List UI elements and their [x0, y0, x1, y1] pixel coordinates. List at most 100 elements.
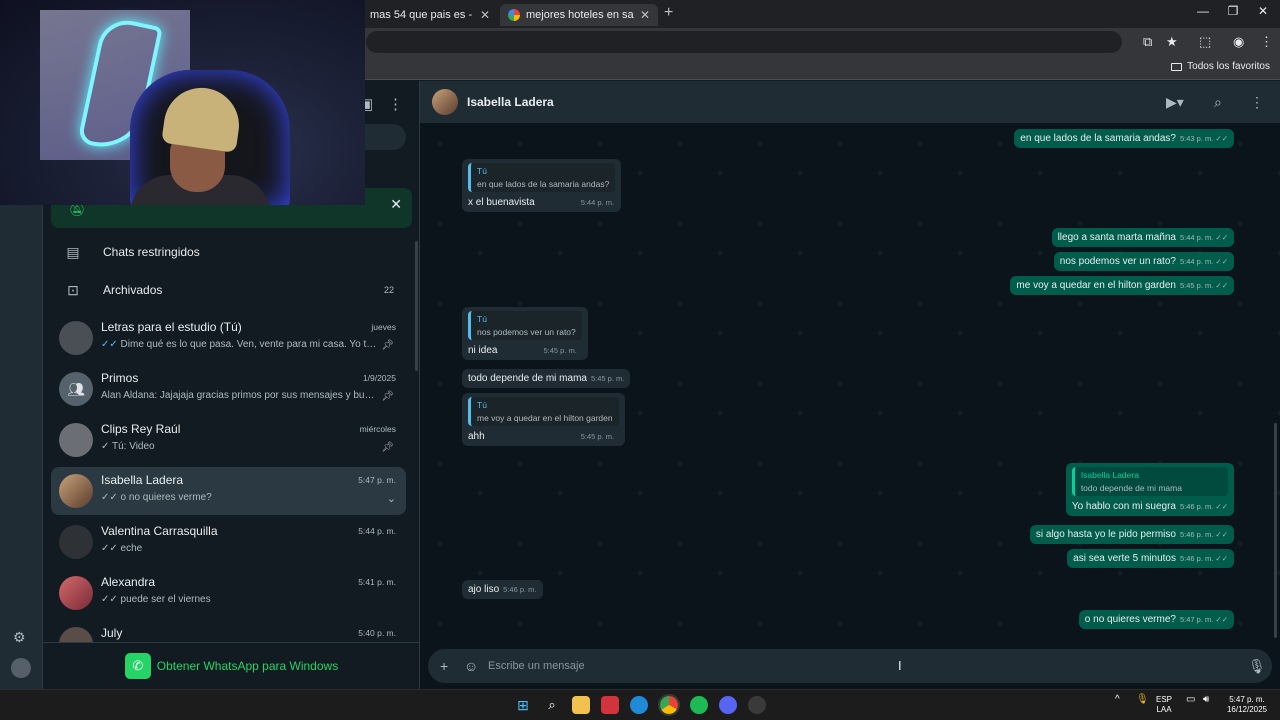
attach-plus-icon[interactable]: +	[440, 658, 448, 674]
windows-taskbar: ⊞ ⌕ ^ 🎙︎ ESP LAA ▭ 🔊︎ 5:47 p. m. 16/12/2…	[0, 689, 1280, 720]
minimize-icon[interactable]: —	[1188, 4, 1218, 18]
quoted-message[interactable]: Tú nos podemos ver un rato?	[468, 311, 582, 340]
message-outgoing[interactable]: si algo hasta yo le pido permiso 5:46 p. …	[1029, 525, 1234, 544]
close-tab-icon[interactable]: ✕	[480, 8, 490, 22]
message-incoming[interactable]: Tú nos podemos ver un rato? ni idea 5:45 …	[462, 307, 588, 360]
message-input[interactable]	[488, 657, 1188, 675]
quoted-message[interactable]: Isabella Ladera todo depende de mi mama	[1071, 467, 1228, 496]
settings-icon[interactable]: ⚙	[13, 629, 26, 646]
double-check-icon: ✓✓	[101, 339, 118, 350]
avatar	[59, 525, 93, 559]
message-incoming[interactable]: Tú en que lados de la samaria andas? x e…	[462, 159, 622, 212]
avatar	[59, 423, 93, 457]
double-check-icon: ✓✓	[1215, 233, 1228, 242]
webcam-overlay	[0, 0, 365, 205]
chat-item[interactable]: Clips Rey Raúl miércoles ✓ Tú: Video 📌︎	[51, 416, 406, 464]
message-text: nos podemos ver un rato?	[1059, 256, 1176, 267]
microphone-icon[interactable]: 🎙︎	[1136, 695, 1149, 705]
quoted-message[interactable]: Tú me voy a quedar en el hilton garden	[468, 397, 619, 426]
text-cursor-icon: I	[898, 658, 902, 673]
chat-item[interactable]: Alexandra 5:41 p. m. ✓✓ puede ser el vie…	[51, 569, 406, 617]
tab-search[interactable]: mas 54 que pais es - Buscar con ✕	[362, 4, 498, 26]
chrome-icon[interactable]	[658, 694, 680, 716]
clock[interactable]: 5:47 p. m. 16/12/2025	[1222, 695, 1272, 715]
google-icon	[508, 9, 520, 21]
chat-item[interactable]: July 5:40 p. m.	[51, 620, 406, 642]
bookmark-star-icon[interactable]: ★	[1166, 34, 1178, 50]
emoji-sticker-icon[interactable]: ☺	[464, 658, 478, 674]
conversation-scrollbar[interactable]	[1274, 423, 1277, 638]
chevron-down-icon[interactable]: ⌄	[387, 492, 396, 505]
message-text: si algo hasta yo le pido permiso	[1035, 529, 1176, 540]
quote-text: nos podemos ver un rato?	[477, 327, 576, 337]
chat-item[interactable]: 👥︎ Primos 1/9/2025 Alan Aldana: Jajajaja…	[51, 365, 406, 413]
edge-icon[interactable]	[630, 696, 648, 714]
message-outgoing[interactable]: Isabella Ladera todo depende de mi mama …	[1065, 463, 1234, 516]
message-outgoing[interactable]: me voy a quedar en el hilton garden 5:45 …	[1010, 276, 1234, 295]
menu-dots-icon[interactable]: ⋮	[1260, 34, 1273, 50]
all-bookmarks[interactable]: Todos los favoritos	[1171, 61, 1270, 72]
close-window-icon[interactable]: ✕	[1248, 4, 1278, 18]
avatar	[59, 474, 93, 508]
spotify-icon[interactable]	[690, 696, 708, 714]
message-outgoing[interactable]: llego a santa marta mañna 5:44 p. m. ✓✓	[1051, 228, 1234, 247]
message-text: me voy a quedar en el hilton garden	[1016, 280, 1176, 291]
close-tab-icon[interactable]: ✕	[640, 8, 650, 22]
chat-preview: ✓ Tú: Video	[101, 441, 155, 452]
search-icon[interactable]: ⌕	[1214, 94, 1222, 111]
chat-item[interactable]: Letras para el estudio (Tú) jueves ✓✓ Di…	[51, 314, 406, 362]
chat-list-scrollbar[interactable]	[415, 241, 418, 371]
row-label: Chats restringidos	[103, 245, 200, 259]
cast-icon[interactable]: ⧉	[1143, 34, 1152, 50]
chat-time: 5:47 p. m.	[358, 475, 396, 485]
chat-item[interactable]: Valentina Carrasquilla 5:44 p. m. ✓✓ ech…	[51, 518, 406, 566]
profile-icon[interactable]: ◉	[1233, 34, 1244, 50]
chevron-up-icon[interactable]: ^	[1115, 695, 1120, 705]
message-incoming[interactable]: Tú me voy a quedar en el hilton garden a…	[462, 393, 625, 446]
profile-avatar[interactable]	[11, 658, 31, 678]
archived-row[interactable]: ⊡ Archivados 22	[43, 271, 420, 309]
get-whatsapp-link[interactable]: ✆ Obtener WhatsApp para Windows	[43, 642, 420, 689]
chat-item-active[interactable]: Isabella Ladera 5:47 p. m. ✓✓ o no quier…	[51, 467, 406, 515]
quote-author: Tú	[477, 166, 487, 176]
microphone-icon[interactable]: 🎙︎	[1248, 658, 1266, 675]
extensions-icon[interactable]: ⬚	[1199, 34, 1211, 50]
chat-time: 5:40 p. m.	[358, 628, 396, 638]
video-call-icon[interactable]: ▶▾	[1166, 94, 1184, 111]
volume-icon[interactable]: 🔊︎	[1203, 695, 1209, 705]
double-check-icon: ✓✓	[1215, 281, 1228, 290]
pin-icon: 📌︎	[381, 340, 394, 351]
message-outgoing[interactable]: asi sea verte 5 minutos 5:46 p. m. ✓✓	[1067, 549, 1234, 568]
restricted-chats-row[interactable]: ▤ Chats restringidos	[43, 233, 420, 271]
menu-dots-icon[interactable]: ⋮	[1250, 94, 1264, 111]
new-tab-icon[interactable]: +	[664, 4, 673, 22]
chat-name: Primos	[101, 371, 139, 385]
message-incoming[interactable]: todo depende de mi mama 5:45 p. m.	[462, 369, 631, 388]
quoted-message[interactable]: Tú en que lados de la samaria andas?	[468, 163, 616, 192]
message-outgoing[interactable]: o no quieres verme? 5:47 p. m. ✓✓	[1078, 610, 1234, 629]
file-explorer-icon[interactable]	[572, 696, 590, 714]
omnibox[interactable]	[366, 31, 1122, 53]
avatar	[59, 576, 93, 610]
discord-icon[interactable]	[719, 696, 737, 714]
app-circle-icon[interactable]	[748, 696, 766, 714]
close-banner-icon[interactable]: ✕	[390, 196, 402, 213]
network-icon[interactable]: ▭	[1186, 695, 1195, 705]
contact-avatar[interactable]	[432, 89, 458, 115]
windows-start-icon[interactable]: ⊞	[514, 696, 532, 714]
avatar	[59, 321, 93, 355]
message-text: ajo liso	[468, 584, 500, 595]
message-outgoing[interactable]: nos podemos ver un rato? 5:44 p. m. ✓✓	[1053, 252, 1234, 271]
restore-icon[interactable]: ❐	[1218, 4, 1248, 18]
language-indicator[interactable]: ESP LAA	[1156, 695, 1172, 715]
app-red-icon[interactable]	[601, 696, 619, 714]
chat-time: 5:41 p. m.	[358, 577, 396, 587]
tab-hotels[interactable]: mejores hoteles en santa marta ✕	[500, 4, 658, 26]
message-incoming[interactable]: ajo liso 5:46 p. m.	[462, 580, 543, 599]
message-text: Yo hablo con mi suegra	[1071, 501, 1176, 512]
compose-box: + ☺ I 🎙︎	[428, 649, 1272, 683]
menu-dots-icon[interactable]: ⋮	[388, 95, 403, 113]
contact-name[interactable]: Isabella Ladera	[467, 95, 554, 109]
message-outgoing[interactable]: en que lados de la samaria andas? 5:43 p.…	[1014, 129, 1234, 148]
search-icon[interactable]: ⌕	[543, 696, 561, 714]
